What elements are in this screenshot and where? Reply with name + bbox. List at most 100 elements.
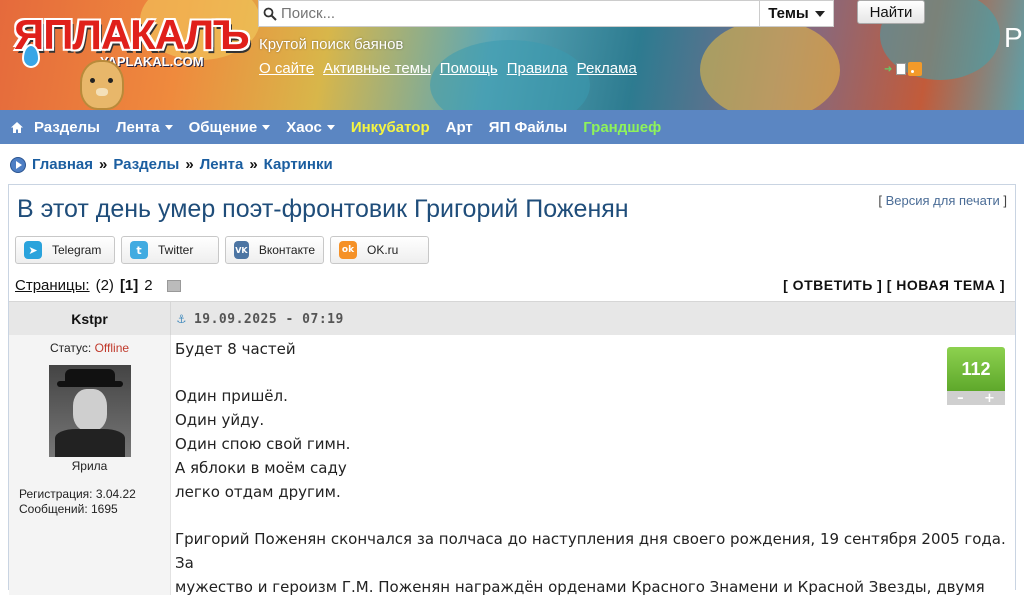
anchor-icon[interactable]: ⚓ <box>177 311 186 327</box>
avatar-hat-brim <box>56 381 123 387</box>
avatar-caption: Ярила <box>71 459 108 473</box>
post-date-text: 19.09.2025 - 07:19 <box>193 311 344 327</box>
twitter-icon: t <box>130 241 148 259</box>
nav-item-social[interactable]: Общение <box>189 119 271 136</box>
share-label: Telegram <box>52 243 102 257</box>
post-line: Один спою свой гимн. <box>175 435 351 453</box>
share-label: Вконтакте <box>258 243 315 257</box>
post-line: А яблоки в моём саду <box>175 459 347 477</box>
status-value: Offline <box>94 341 130 355</box>
post-author: Kstpr <box>9 302 171 336</box>
link-about[interactable]: О сайте <box>259 60 314 77</box>
site-header: ЯПЛАКАЛЪ YAPLAKAL.COM Темы Найти Крутой … <box>0 0 1024 110</box>
nav-item-sections[interactable]: Разделы <box>34 119 100 136</box>
post-date: ⚓ 19.09.2025 - 07:19 <box>177 302 344 336</box>
post-line: Будет 8 частей <box>175 340 296 358</box>
search-bar: Темы <box>258 0 834 27</box>
nav-item-feed[interactable]: Лента <box>116 119 173 136</box>
rating-votes: – + <box>947 391 1005 406</box>
main-nav: Разделы Лента Общение Хаос Инкубатор Арт… <box>0 110 1024 144</box>
post-spacer <box>175 361 1015 384</box>
topic-actions: [ ОТВЕТИТЬ ] [ НОВАЯ ТЕМА ] <box>783 277 1005 293</box>
post-line: мужество и героизм Г.М. Поженян награждё… <box>175 578 985 596</box>
breadcrumb-sections[interactable]: Разделы <box>113 156 179 173</box>
vote-down-button[interactable]: – <box>957 391 964 406</box>
share-vk-button[interactable]: VK Вконтакте <box>225 236 324 264</box>
nav-item-art[interactable]: Арт <box>446 119 473 136</box>
share-twitter-button[interactable]: t Twitter <box>121 236 219 264</box>
nav-item-incubator[interactable]: Инкубатор <box>351 119 430 136</box>
messages-count: Сообщений: 1695 <box>19 502 118 516</box>
page-link-2[interactable]: 2 <box>144 277 152 294</box>
topic-container: В этот день умер поэт-фронтовик Григорий… <box>8 184 1016 596</box>
user-stats: Регистрация: 3.04.22 Сообщений: 1695 <box>9 487 170 517</box>
avatar-face <box>72 389 107 431</box>
vk-icon: VK <box>234 241 249 259</box>
vote-up-button[interactable]: + <box>984 391 995 406</box>
avatar-coat <box>54 429 125 457</box>
subscribe-icon[interactable] <box>166 279 181 292</box>
breadcrumb-separator: » <box>249 156 258 173</box>
breadcrumb-feed[interactable]: Лента <box>200 156 244 173</box>
right-logo-fragment: Р <box>1004 22 1023 53</box>
pages-count: (2) <box>95 277 114 294</box>
post-rating: 112 – + <box>947 347 1005 406</box>
nav-item-label: Грандшеф <box>583 118 662 136</box>
nav-item-chaos[interactable]: Хаос <box>286 119 335 136</box>
breadcrumb-arrow-icon <box>10 156 26 173</box>
search-icon <box>259 7 281 21</box>
link-ads[interactable]: Реклама <box>577 60 637 77</box>
status-label: Статус: <box>49 341 92 355</box>
post-line: Григорий Поженян скончался за полчаса до… <box>175 530 1006 572</box>
print-version-link[interactable]: Версия для печати <box>886 193 1000 208</box>
user-status: Статус: Offline <box>9 341 170 355</box>
feed-links: ➜ <box>884 62 922 76</box>
pagination: Страницы: (2) [1] 2 <box>15 277 181 294</box>
share-ok-button[interactable]: ok OK.ru <box>330 236 429 264</box>
post-header: Kstpr ⚓ 19.09.2025 - 07:19 <box>9 301 1015 336</box>
search-button[interactable]: Найти <box>857 0 925 24</box>
site-logo[interactable]: ЯПЛАКАЛЪ YAPLAKAL.COM <box>8 8 250 80</box>
nav-item-label: Лента <box>116 118 160 136</box>
share-buttons: ➤ Telegram t Twitter VK Вконтакте ok OK.… <box>15 236 429 264</box>
share-telegram-button[interactable]: ➤ Telegram <box>15 236 115 264</box>
reply-button[interactable]: [ ОТВЕТИТЬ ] <box>783 277 882 293</box>
post-body: Будет 8 частей Один пришёл. Один уйду. О… <box>175 335 1015 599</box>
nav-item-label: Разделы <box>34 118 100 136</box>
arrow-icon[interactable]: ➜ <box>884 64 894 75</box>
avatar[interactable] <box>48 365 131 457</box>
author-link[interactable]: Kstpr <box>71 311 108 327</box>
nav-item-grandchef[interactable]: Грандшеф <box>583 119 661 136</box>
new-topic-button[interactable]: [ НОВАЯ ТЕМА ] <box>887 277 1005 293</box>
post-line: легко отдам другим. <box>175 483 341 501</box>
link-active-topics[interactable]: Активные темы <box>323 60 431 77</box>
link-help[interactable]: Помощь <box>440 60 498 77</box>
topic-title: В этот день умер поэт-фронтовик Григорий… <box>17 195 629 223</box>
link-rules[interactable]: Правила <box>507 60 568 77</box>
breadcrumb-pictures[interactable]: Картинки <box>264 156 333 173</box>
document-icon[interactable] <box>896 63 906 75</box>
share-label: OK.ru <box>367 243 399 257</box>
drop-icon <box>22 44 40 68</box>
rss-icon[interactable] <box>908 62 922 76</box>
nav-item-label: Общение <box>188 118 258 136</box>
post-line: Один пришёл. <box>175 387 288 405</box>
chevron-down-icon <box>326 124 335 130</box>
breadcrumb-home[interactable]: Главная <box>32 156 93 173</box>
logo-text: ЯПЛАКАЛЪ <box>14 11 250 58</box>
nav-item-label: ЯП Файлы <box>488 118 568 136</box>
search-scope-select[interactable]: Темы <box>759 1 833 26</box>
rating-score: 112 <box>947 347 1005 391</box>
breadcrumb-separator: » <box>99 156 108 173</box>
header-decoration <box>700 20 840 110</box>
nav-item-files[interactable]: ЯП Файлы <box>489 119 567 136</box>
search-input[interactable] <box>281 1 759 26</box>
breadcrumb-separator: » <box>185 156 194 173</box>
current-page: [1] <box>119 277 139 294</box>
doge-mascot-icon <box>80 60 124 110</box>
search-scope-label: Темы <box>768 5 809 22</box>
pages-label[interactable]: Страницы: <box>15 277 90 294</box>
chevron-down-icon <box>814 10 825 17</box>
post-spacer <box>175 504 1015 527</box>
home-icon[interactable] <box>0 121 34 134</box>
